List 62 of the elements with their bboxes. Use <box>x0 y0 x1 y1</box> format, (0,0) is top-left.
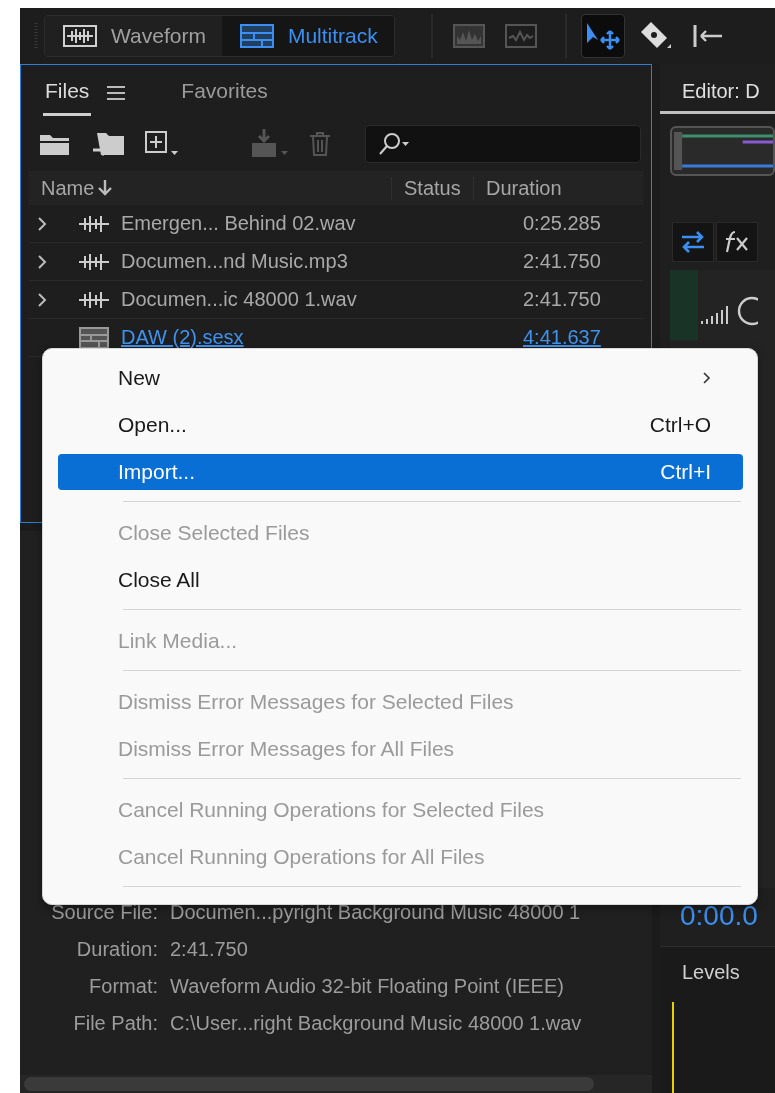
file-name[interactable]: Emergen... Behind 02.wav <box>109 212 523 235</box>
swap-icon <box>680 231 706 253</box>
new-file-icon[interactable] <box>145 131 179 157</box>
chevron-right-icon[interactable] <box>37 253 47 270</box>
multitrack-icon <box>79 326 109 349</box>
tool-button[interactable] <box>580 14 625 58</box>
menu-item[interactable]: Close All <box>58 561 743 598</box>
waveform-view-icon <box>504 24 537 48</box>
sort-arrow-icon <box>98 180 113 196</box>
multitrack-icon <box>239 24 274 48</box>
panel-tab[interactable]: Favorites <box>179 70 270 116</box>
menu-item: Dismiss Error Messages for Selected Files <box>117 688 515 715</box>
menu-item: Cancel Running Operations for Selected Files <box>117 796 546 823</box>
fx-icon <box>723 230 751 254</box>
effects-button[interactable] <box>716 222 758 262</box>
waveform-icon <box>79 252 109 271</box>
folder-icon[interactable] <box>39 132 71 156</box>
file-name[interactable]: DAW (2).sesx <box>109 326 523 349</box>
property-value: Waveform Audio 32-bit Floating Point (IEEE) <box>170 975 565 998</box>
menu-item: Dismiss Error Messages for All Files <box>117 735 456 762</box>
search-field[interactable] <box>365 125 641 163</box>
import-folder-icon[interactable] <box>91 130 125 158</box>
menu-icon[interactable] <box>107 85 126 101</box>
property-label: Source File: <box>50 901 158 924</box>
spectrum-icon <box>452 24 485 48</box>
mode-tab[interactable]: Multitrack <box>221 16 394 56</box>
file-duration: 0:25.285 <box>523 212 602 235</box>
editor-tab[interactable]: Editor: D <box>660 64 775 114</box>
property-label: File Path: <box>72 1012 158 1035</box>
property-label: Format: <box>88 975 158 998</box>
menu-item: Link Media... <box>117 627 239 654</box>
panel-title: Levels <box>681 960 741 984</box>
waveform-icon <box>79 290 109 309</box>
column-header[interactable]: Duration <box>473 176 623 200</box>
search-icon <box>378 132 410 156</box>
panel-tab[interactable]: Files <box>43 70 92 116</box>
waveform-icon <box>79 214 109 233</box>
column-header[interactable]: Status <box>391 176 473 200</box>
signal-meter-icon <box>698 296 758 326</box>
time-display: 0:00.0 <box>679 899 759 932</box>
menu-item[interactable]: Open... Ctrl+O <box>58 406 743 443</box>
chevron-right-icon[interactable] <box>37 215 47 232</box>
property-label: Duration: <box>75 938 158 961</box>
menu-item[interactable]: Import... Ctrl+I <box>58 453 743 490</box>
chevron-right-icon[interactable] <box>37 291 47 308</box>
file-name[interactable]: Documen...nd Music.mp3 <box>109 250 523 273</box>
menu-item: Cancel Running Operations for All Files <box>117 843 486 870</box>
menu-item: Close Selected Files <box>117 519 311 546</box>
file-name[interactable]: Documen...ic 48000 1.wav <box>109 288 523 311</box>
file-duration: 2:41.750 <box>523 250 602 273</box>
waveform-icon <box>63 25 97 47</box>
property-value: 2:41.750 <box>170 938 249 961</box>
swap-button[interactable] <box>672 222 714 262</box>
file-duration: 4:41.637 <box>523 326 602 349</box>
time-selection-icon <box>691 22 722 50</box>
column-header[interactable]: Name <box>29 176 391 200</box>
property-value: C:\User...right Background Music 48000 1.wav <box>170 1012 583 1035</box>
property-value: Documen...pyright Background Music 48000 1 <box>170 901 582 924</box>
insert-icon <box>251 129 289 159</box>
menu-item[interactable]: New <box>58 359 743 396</box>
trash-icon <box>309 131 331 157</box>
file-duration: 2:41.750 <box>523 288 602 311</box>
